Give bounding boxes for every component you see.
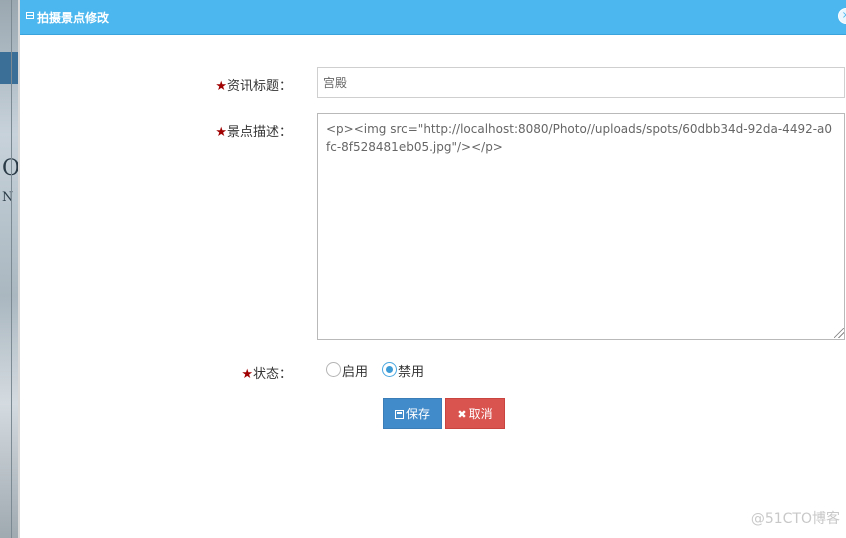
- description-field-label: ★景点描述：: [182, 121, 292, 140]
- window-icon: [26, 12, 34, 19]
- close-icon[interactable]: ×: [838, 8, 846, 24]
- status-radio-enable[interactable]: [326, 362, 341, 377]
- status-option-disable-label[interactable]: 禁用: [398, 361, 424, 380]
- edit-dialog: 拍摄景点修改 × ★资讯标题： ★景点描述： <p><img src="http…: [18, 0, 846, 538]
- status-option-enable-label[interactable]: 启用: [342, 361, 368, 380]
- watermark: @51CTO博客: [750, 511, 840, 527]
- cancel-button-label: 取消: [468, 407, 493, 421]
- dialog-title: 拍摄景点修改: [37, 11, 110, 25]
- status-radio-disable[interactable]: [382, 362, 397, 377]
- cancel-icon: ✖: [457, 408, 467, 421]
- required-star-icon: ★: [215, 125, 227, 140]
- title-input[interactable]: [317, 67, 845, 98]
- title-label-text: 资讯标题：: [226, 79, 292, 94]
- save-button-label: 保存: [405, 407, 430, 421]
- title-field-label: ★资讯标题：: [182, 75, 292, 94]
- required-star-icon: ★: [215, 79, 227, 94]
- required-star-icon: ★: [241, 367, 253, 382]
- description-textarea[interactable]: <p><img src="http://localhost:8080/Photo…: [317, 113, 845, 340]
- description-label-text: 景点描述：: [226, 125, 292, 140]
- dialog-titlebar[interactable]: 拍摄景点修改 ×: [20, 0, 846, 35]
- cancel-button[interactable]: ✖ 取消: [445, 398, 505, 429]
- background-page: OI N: [0, 0, 29, 538]
- background-divider: [11, 0, 12, 538]
- resize-grip-icon[interactable]: [834, 328, 844, 338]
- background-header-bar: [0, 52, 18, 84]
- save-button[interactable]: 保存: [383, 398, 442, 429]
- status-label-text: 状态：: [252, 367, 292, 382]
- status-field-label: ★状态：: [182, 363, 292, 382]
- save-icon: [394, 410, 404, 419]
